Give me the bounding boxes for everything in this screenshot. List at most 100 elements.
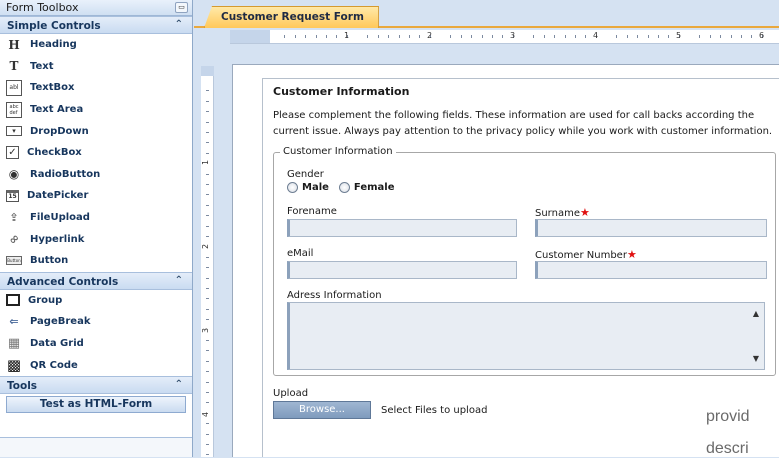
customer-number-label: Customer Number★ bbox=[535, 248, 637, 261]
tool-item-text[interactable]: T Text bbox=[0, 56, 192, 78]
tool-label: Button bbox=[30, 255, 69, 267]
tool-label: Heading bbox=[30, 39, 77, 51]
ruler-tick bbox=[481, 35, 483, 38]
heading-icon: H bbox=[8, 37, 20, 52]
overflow-text-line: descri bbox=[706, 440, 749, 457]
ruler-tick bbox=[206, 277, 209, 279]
collapse-chevron-icon[interactable]: ⌃ bbox=[175, 379, 183, 390]
ruler-number: 2 bbox=[201, 243, 211, 250]
form-title: Customer Information bbox=[273, 85, 410, 98]
tool-item-qrcode[interactable]: ▩ QR Code bbox=[0, 354, 192, 376]
ruler-number: 3 bbox=[201, 327, 211, 334]
ruler-tick bbox=[206, 194, 209, 196]
radio-male-label: Male bbox=[302, 182, 329, 193]
collapse-chevron-icon[interactable]: ⌃ bbox=[175, 275, 183, 286]
tool-item-datagrid[interactable]: ▦ Data Grid bbox=[0, 333, 192, 355]
ruler-tick bbox=[206, 454, 209, 456]
checkbox-icon: ✓ bbox=[6, 146, 19, 160]
ruler-tick bbox=[305, 35, 307, 38]
fileupload-icon: ⇪ bbox=[9, 211, 19, 225]
tool-item-textbox[interactable]: abl TextBox bbox=[0, 77, 192, 99]
button-icon: Button bbox=[6, 256, 22, 266]
section-advanced-controls[interactable]: Advanced Controls ⌃ bbox=[0, 271, 192, 290]
tool-item-radiobutton[interactable]: ◉ RadioButton bbox=[0, 164, 192, 186]
tool-item-group[interactable]: Group bbox=[0, 290, 192, 312]
ruler-tick bbox=[315, 35, 317, 38]
tool-label: Group bbox=[28, 294, 63, 306]
tool-label: TextBox bbox=[30, 82, 75, 94]
forename-input[interactable] bbox=[287, 219, 517, 237]
tool-item-pagebreak[interactable]: ⇐ PageBreak bbox=[0, 311, 192, 333]
ruler-tick bbox=[377, 35, 379, 38]
radio-female[interactable] bbox=[338, 182, 350, 193]
tool-item-fileupload[interactable]: ⇪ FileUpload bbox=[0, 207, 192, 229]
section-tools[interactable]: Tools ⌃ bbox=[0, 375, 192, 394]
ruler-tick bbox=[388, 35, 390, 38]
section-label: Simple Controls bbox=[7, 20, 101, 32]
test-as-html-form-button[interactable]: Test as HTML-Form bbox=[6, 395, 186, 413]
ruler-tick bbox=[460, 35, 462, 38]
tool-item-dropdown[interactable]: ▾ DropDown bbox=[0, 120, 192, 142]
ruler-margin bbox=[230, 30, 270, 43]
tool-item-button[interactable]: Button Button bbox=[0, 250, 192, 272]
address-textarea[interactable]: ▲ ▼ bbox=[287, 302, 765, 370]
document-tab-bar: Customer Request Form bbox=[194, 0, 779, 28]
vertical-ruler: 1 2 3 4 bbox=[201, 66, 214, 457]
radio-male[interactable] bbox=[287, 182, 298, 193]
section-label: Tools bbox=[7, 379, 38, 392]
gender-radio-group: Male Female bbox=[287, 182, 395, 193]
ruler-tick bbox=[284, 35, 286, 38]
toolbox-title: Form Toolbox bbox=[6, 1, 79, 14]
surname-label: Surname★ bbox=[535, 206, 590, 219]
ruler-tick bbox=[585, 35, 587, 38]
ruler-tick bbox=[554, 35, 556, 38]
ruler-number: 4 bbox=[593, 31, 599, 40]
upload-label: Upload bbox=[273, 388, 309, 399]
tool-item-textarea[interactable]: abc def Text Area bbox=[0, 99, 192, 121]
scroll-down-icon[interactable]: ▼ bbox=[753, 354, 759, 363]
collapse-chevron-icon[interactable]: ⌃ bbox=[175, 19, 183, 30]
tool-label: FileUpload bbox=[30, 212, 90, 224]
ruler-tick bbox=[206, 350, 209, 352]
overflow-text-line: provid bbox=[706, 408, 750, 425]
email-input[interactable] bbox=[287, 261, 517, 279]
tab-customer-request-form[interactable]: Customer Request Form bbox=[204, 6, 379, 28]
tool-item-checkbox[interactable]: ✓ CheckBox bbox=[0, 142, 192, 164]
ruler-tick bbox=[751, 35, 753, 38]
section-label: Advanced Controls bbox=[7, 275, 119, 288]
text-icon: T bbox=[9, 59, 19, 74]
tool-label: Text Area bbox=[30, 104, 84, 116]
ruler-tick bbox=[206, 152, 209, 154]
tool-label: DatePicker bbox=[27, 190, 89, 202]
ruler-tick bbox=[206, 308, 209, 310]
ruler-tick bbox=[206, 423, 209, 425]
section-simple-controls[interactable]: Simple Controls ⌃ bbox=[0, 16, 192, 34]
form-description: Please complement the following fields. … bbox=[273, 110, 773, 137]
simple-controls-list: H Heading T Text abl TextBox abc def Text Are… bbox=[0, 34, 192, 272]
surname-label-text: Surname bbox=[535, 208, 580, 219]
ruler-tick bbox=[206, 319, 209, 321]
browse-button[interactable]: Browse... bbox=[273, 401, 371, 419]
minimize-icon[interactable]: ▭ bbox=[175, 2, 188, 13]
surname-input[interactable] bbox=[535, 219, 767, 237]
required-star-icon: ★ bbox=[579, 206, 590, 219]
ruler-tick bbox=[336, 35, 338, 38]
ruler-tick bbox=[206, 173, 209, 175]
tool-item-heading[interactable]: H Heading bbox=[0, 34, 192, 56]
ruler-tick bbox=[657, 35, 659, 38]
horizontal-ruler: 1 2 3 4 5 6 bbox=[230, 30, 779, 44]
tool-item-hyperlink[interactable]: ∞ Hyperlink bbox=[0, 228, 192, 250]
scroll-up-icon[interactable]: ▲ bbox=[753, 309, 759, 318]
email-label: eMail bbox=[287, 248, 314, 259]
tool-item-datepicker[interactable]: 15 DatePicker bbox=[0, 185, 192, 207]
ruler-tick bbox=[206, 360, 209, 362]
ruler-tick bbox=[206, 298, 209, 300]
customer-number-input[interactable] bbox=[535, 261, 767, 279]
ruler-number: 5 bbox=[676, 31, 682, 40]
ruler-tick bbox=[398, 35, 400, 38]
tool-label: QR Code bbox=[30, 359, 78, 371]
ruler-tick bbox=[206, 90, 209, 92]
ruler-margin bbox=[201, 66, 214, 76]
ruler-tick bbox=[740, 35, 742, 38]
ruler-tick bbox=[206, 381, 209, 383]
